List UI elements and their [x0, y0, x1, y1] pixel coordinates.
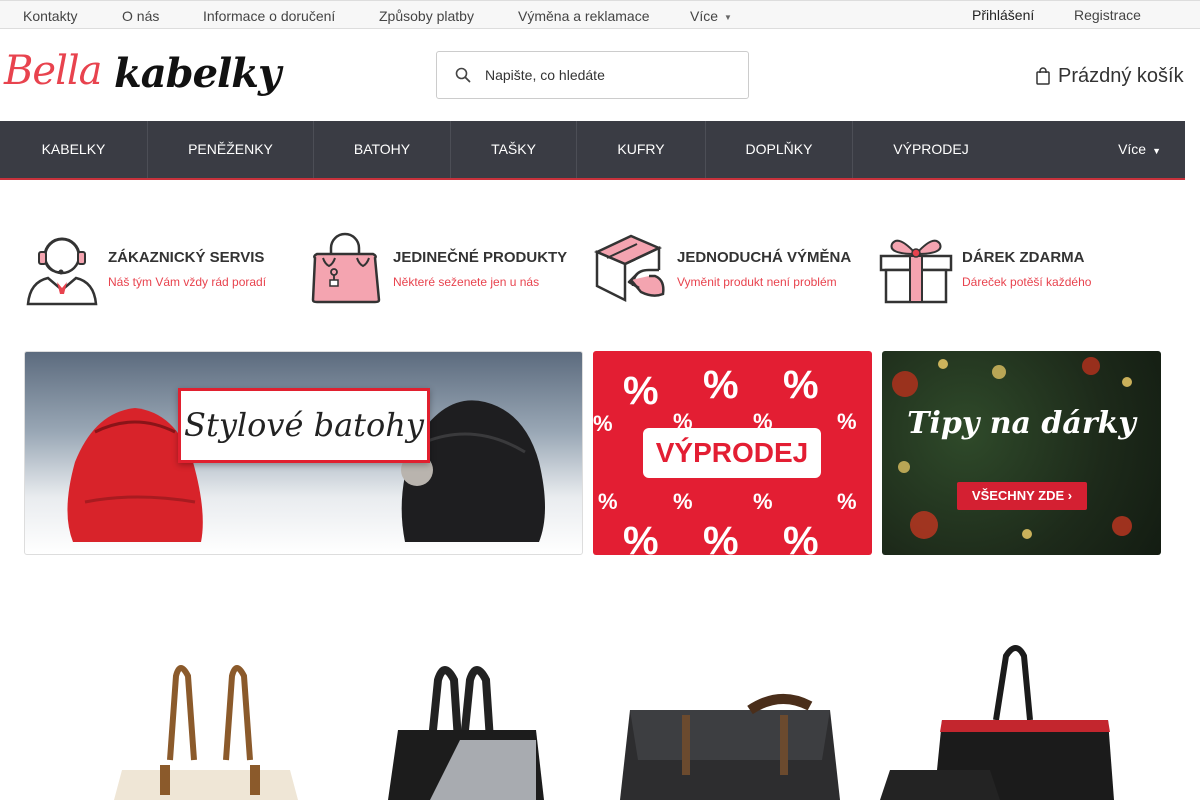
feature-title: DÁREK ZDARMA [962, 249, 1085, 266]
feature-subtitle: Některé seženete jen u nás [393, 275, 540, 289]
product-card[interactable] [340, 620, 580, 800]
nav-item-batohy[interactable]: BATOHY [314, 121, 451, 178]
product-card[interactable] [600, 620, 850, 800]
feature-customer-service: ZÁKAZNICKÝ SERVIS Náš tým Vám vždy rád p… [24, 230, 294, 308]
product-card[interactable] [860, 620, 1130, 800]
product-image-messenger-bag [620, 693, 840, 800]
nav-more-dropdown[interactable]: Více ▼ [1118, 121, 1161, 178]
percent-symbol: % [703, 363, 739, 407]
main-navigation: KABELKY PENĚŽENKY BATOHY TAŠKY KUFRY DOP… [0, 121, 1185, 180]
chevron-down-icon: ▼ [724, 12, 732, 22]
percent-symbol: % [837, 489, 857, 514]
feature-easy-exchange: JEDNODUCHÁ VÝMĚNA Vyměnit produkt není p… [593, 230, 868, 308]
search-icon[interactable] [455, 67, 471, 83]
banner-gift-tips-title: Tipy na dárky [907, 406, 1136, 441]
ornament [892, 371, 918, 397]
banner-sale[interactable]: % % % % % % % % % % % % % % VÝPRODEJ [593, 351, 872, 555]
nav-item-vyprodej[interactable]: VÝPRODEJ [853, 121, 1009, 178]
gift-icon [879, 239, 953, 304]
banner-gift-tips[interactable]: Tipy na dárky VŠECHNY ZDE › [882, 351, 1161, 555]
feature-subtitle: Dáreček potěší každého [962, 275, 1092, 289]
ornament [938, 359, 948, 369]
cart-button[interactable]: Prázdný košík [1036, 63, 1184, 89]
topbar-more-dropdown[interactable]: Více ▼ [690, 8, 732, 24]
handbag-icon [311, 232, 381, 304]
ornament [910, 511, 938, 539]
site-logo[interactable]: Bella kabelky [4, 44, 281, 106]
feature-free-gift: DÁREK ZDARMA Dáreček potěší každého [878, 230, 1148, 308]
feature-title: ZÁKAZNICKÝ SERVIS [108, 249, 265, 266]
feature-unique-products: JEDINEČNÉ PRODUKTY Některé seženete jen … [309, 230, 579, 308]
feature-subtitle: Náš tým Vám vždy rád poradí [108, 275, 267, 289]
cart-icon [1036, 67, 1050, 85]
register-link[interactable]: Registrace [1074, 7, 1141, 23]
product-image-beige-tote [114, 665, 298, 800]
percent-symbol: % [703, 519, 739, 555]
percent-symbol: % [598, 489, 618, 514]
logo-text-bella: Bella [4, 48, 102, 94]
topbar-link-platby[interactable]: Způsoby platby [379, 8, 474, 24]
percent-symbol: % [593, 411, 613, 436]
nav-item-kufry[interactable]: KUFRY [577, 121, 706, 178]
ornament [898, 461, 910, 473]
banner-sale-title: VÝPRODEJ [643, 428, 821, 478]
customer-service-icon [26, 237, 98, 306]
product-image-black-tote-set [880, 645, 1114, 800]
product-image-grey-black-bag [388, 666, 544, 800]
ornament [992, 365, 1006, 379]
topbar-link-reklamace[interactable]: Výměna a reklamace [518, 8, 650, 24]
banner-backpacks-title: Stylové batohy [178, 388, 430, 463]
chevron-down-icon: ▼ [1152, 146, 1161, 156]
logo-text-kabelky: kabelky [114, 50, 281, 97]
nav-item-tasky[interactable]: TAŠKY [451, 121, 577, 178]
ornament [1082, 357, 1100, 375]
ornament [1122, 377, 1132, 387]
nav-item-kabelky[interactable]: KABELKY [0, 121, 148, 178]
nav-item-doplnky[interactable]: DOPLŇKY [706, 121, 853, 178]
cart-label: Prázdný košík [1058, 64, 1184, 87]
percent-symbol: % [673, 489, 693, 514]
percent-symbol: % [623, 519, 659, 555]
nav-item-penezenky[interactable]: PENĚŽENKY [148, 121, 314, 178]
feature-subtitle: Vyměnit produkt není problém [677, 275, 837, 289]
search-box [436, 51, 749, 99]
topbar-link-doruceni[interactable]: Informace o doručení [203, 8, 335, 24]
percent-symbol: % [837, 409, 857, 434]
ornament [1112, 516, 1132, 536]
percent-symbol: % [783, 519, 819, 555]
topbar-more-label: Více [690, 8, 719, 24]
banner-gift-tips-cta[interactable]: VŠECHNY ZDE › [957, 482, 1087, 510]
feature-title: JEDINEČNÉ PRODUKTY [393, 249, 568, 266]
top-bar: Kontakty O nás Informace o doručení Způs… [0, 0, 1200, 29]
login-link[interactable]: Přihlášení [972, 7, 1034, 23]
nav-more-label: Více [1118, 141, 1147, 157]
return-box-icon [593, 234, 665, 303]
ornament [1022, 529, 1032, 539]
banner-backpacks[interactable]: Stylové batohy [24, 351, 583, 555]
topbar-link-o-nas[interactable]: O nás [122, 8, 159, 24]
topbar-link-kontakty[interactable]: Kontakty [23, 8, 77, 24]
percent-symbol: % [753, 489, 773, 514]
search-input[interactable] [485, 62, 735, 88]
percent-symbol: % [783, 363, 819, 407]
product-card[interactable] [100, 620, 320, 800]
percent-symbol: % [623, 369, 659, 413]
feature-title: JEDNODUCHÁ VÝMĚNA [677, 249, 852, 266]
